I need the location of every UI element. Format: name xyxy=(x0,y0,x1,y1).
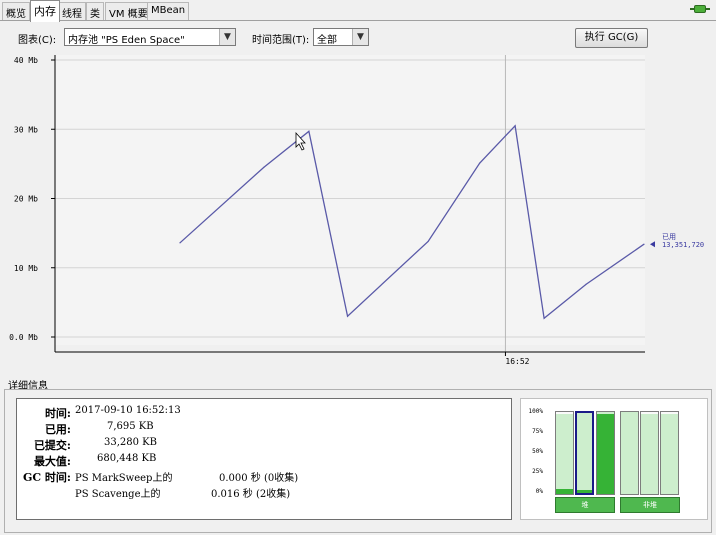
used-label: 已用: xyxy=(44,423,71,436)
y-tick-label: 40 Mb xyxy=(14,56,38,65)
time-label: 时间: xyxy=(44,407,71,420)
data-point xyxy=(585,283,587,285)
range-label: 时间范围(T): xyxy=(252,35,310,46)
heap-pool-bar-selected[interactable] xyxy=(575,411,594,495)
heap-button[interactable]: 堆 xyxy=(555,497,615,513)
tab-threads[interactable]: 线程 xyxy=(58,2,86,20)
gc-collector-name: PS MarkSweep上的 xyxy=(75,473,173,484)
current-value-pointer-icon xyxy=(650,241,655,248)
y-tick-label: 10 Mb xyxy=(14,264,38,273)
perform-gc-button[interactable]: 执行 GC(G) xyxy=(575,28,648,48)
data-point xyxy=(263,166,265,168)
used-value: 7,695 KB xyxy=(107,421,154,432)
tab-overview[interactable]: 概览 xyxy=(2,2,30,20)
nonheap-button[interactable]: 非堆 xyxy=(620,497,680,513)
time-value: 2017-09-10 16:52:13 xyxy=(75,405,181,416)
range-select[interactable]: 全部 ▼ xyxy=(313,28,369,46)
gc-collector-name: PS Scavenge上的 xyxy=(75,489,161,500)
current-value-label: 已用 xyxy=(662,233,676,241)
gc-time-label: GC 时间: xyxy=(22,471,71,484)
plot-area xyxy=(55,55,645,345)
tab-classes[interactable]: 类 xyxy=(86,2,104,20)
committed-label: 已提交: xyxy=(33,439,71,452)
data-point xyxy=(479,162,481,164)
y-tick-label: 0.0 Mb xyxy=(9,333,38,342)
memory-chart: 40 Mb 30 Mb 20 Mb 10 Mb 0.0 Mb 16:52 已用 13,35… xyxy=(0,47,716,372)
pct-label: 0% xyxy=(535,488,543,495)
data-point xyxy=(308,130,310,132)
heap-pool-bar[interactable] xyxy=(555,411,574,495)
data-point xyxy=(179,242,181,244)
data-point xyxy=(543,317,545,319)
connection-icon xyxy=(690,3,710,15)
range-select-value: 全部 xyxy=(317,35,337,46)
max-value: 680,448 KB xyxy=(97,453,157,464)
gc-collector-time: 0.000 秒 (0收集) xyxy=(219,473,299,484)
y-tick-label: 20 Mb xyxy=(14,195,38,204)
tab-mbean[interactable]: MBean xyxy=(147,2,190,20)
heap-pool-bar[interactable] xyxy=(596,411,615,495)
current-value-number: 13,351,720 xyxy=(662,241,704,249)
chart-select[interactable]: 内存池 "PS Eden Space" ▼ xyxy=(64,28,236,46)
memory-info-panel: 时间: 2017-09-10 16:52:13 已用: 7,695 KB 已提交… xyxy=(16,398,512,520)
committed-value: 33,280 KB xyxy=(104,437,157,448)
y-tick-label: 30 Mb xyxy=(14,125,38,134)
pct-label: 75% xyxy=(532,428,543,435)
chevron-down-icon: ▼ xyxy=(219,29,235,45)
data-point xyxy=(346,315,349,317)
max-label: 最大值: xyxy=(33,455,71,468)
chevron-down-icon: ▼ xyxy=(352,29,368,45)
nonheap-pool-bar[interactable] xyxy=(660,411,679,495)
memory-chart-svg: 40 Mb 30 Mb 20 Mb 10 Mb 0.0 Mb 16:52 已用13,35… xyxy=(9,55,704,366)
tab-memory[interactable]: 内存 xyxy=(30,0,60,22)
pct-label: 50% xyxy=(532,448,543,455)
tab-bar: 概览 内存 线程 类 VM 概要 MBean xyxy=(0,0,716,22)
pct-label: 100% xyxy=(528,408,543,415)
memory-pools-panel: 100% 75% 50% 25% 0% 堆 非堆 xyxy=(520,398,708,520)
gc-collector-time: 0.016 秒 (2收集) xyxy=(211,489,291,500)
chart-select-value: 内存池 "PS Eden Space" xyxy=(68,35,185,46)
data-point xyxy=(514,125,516,127)
x-tick-label: 16:52 xyxy=(505,357,529,366)
nonheap-pool-bar[interactable] xyxy=(640,411,659,495)
data-point xyxy=(427,240,429,243)
tab-vm-summary[interactable]: VM 概要 xyxy=(105,2,152,20)
pct-label: 25% xyxy=(532,468,543,475)
nonheap-pool-bar[interactable] xyxy=(620,411,639,495)
data-point xyxy=(643,243,645,245)
chart-label: 图表(C): xyxy=(18,35,57,46)
